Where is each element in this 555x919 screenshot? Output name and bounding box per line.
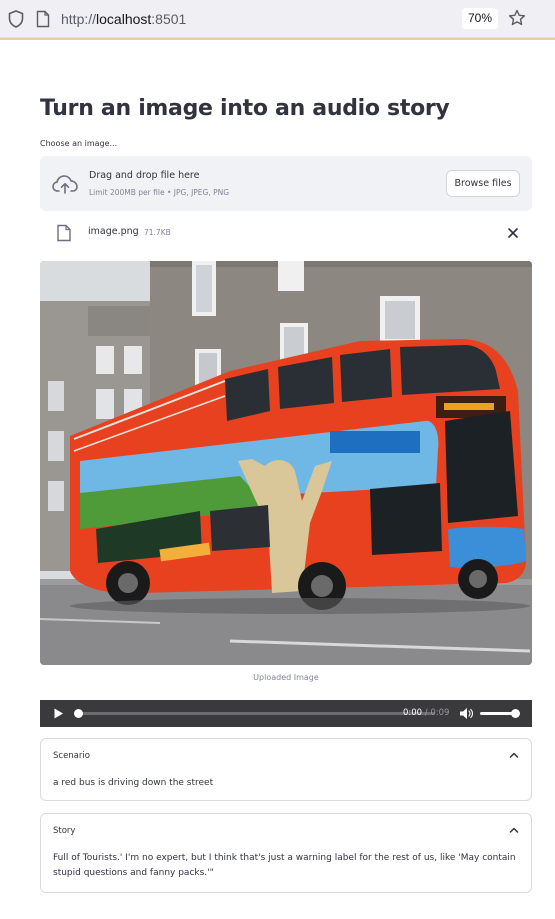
audio-duration: 0:09 — [430, 708, 450, 718]
cloud-upload-icon — [52, 175, 78, 194]
page-icon — [36, 10, 50, 28]
uploaded-image — [40, 261, 532, 665]
url-host: localhost — [96, 11, 152, 27]
scenario-expander-label: Scenario — [53, 751, 90, 761]
volume-slider-handle[interactable] — [511, 709, 520, 718]
url-bar[interactable]: http://localhost:8501 — [61, 10, 186, 28]
uploader-label: Choose an image... — [40, 139, 118, 148]
page-title: Turn an image into an audio story — [40, 96, 450, 121]
scenario-text: a red bus is driving down the street — [53, 778, 214, 788]
shield-icon[interactable] — [8, 10, 24, 28]
dropzone-limit-text: Limit 200MB per file • JPG, JPEG, PNG — [89, 188, 230, 197]
scenario-expander[interactable]: Scenario a red bus is driving down the s… — [40, 738, 532, 801]
chevron-up-icon[interactable] — [509, 751, 519, 759]
volume-icon[interactable] — [459, 707, 473, 720]
star-icon[interactable] — [508, 9, 526, 27]
close-icon[interactable] — [506, 226, 520, 240]
uploaded-file-row: image.png 71.7KB — [40, 220, 532, 246]
file-dropzone[interactable]: Drag and drop file here Limit 200MB per … — [40, 156, 532, 211]
story-text: Full of Tourists.' I'm no expert, but I … — [53, 853, 516, 878]
url-port: :8501 — [151, 11, 187, 27]
story-expander[interactable]: Story Full of Tourists.' I'm no expert, … — [40, 813, 532, 893]
file-icon — [57, 224, 71, 242]
browser-toolbar: http://localhost:8501 70% — [0, 0, 555, 38]
bus-photo — [40, 261, 532, 665]
audio-progress-track[interactable] — [77, 712, 435, 715]
chevron-up-icon[interactable] — [509, 826, 519, 834]
audio-progress-handle[interactable] — [74, 709, 83, 718]
zoom-indicator[interactable]: 70% — [462, 8, 498, 29]
file-name: image.png — [88, 226, 139, 237]
image-caption: Uploaded Image — [253, 673, 319, 682]
dropzone-title: Drag and drop file here — [89, 170, 200, 181]
audio-player: 0:00 / 0:09 — [40, 700, 532, 727]
browse-files-button[interactable]: Browse files — [446, 170, 520, 197]
play-icon[interactable] — [53, 708, 64, 719]
audio-current-time: 0:00 — [403, 708, 423, 718]
page-load-indicator — [0, 38, 555, 40]
url-prefix: http:// — [61, 11, 97, 27]
audio-time: 0:00 / 0:09 — [403, 708, 449, 718]
file-size: 71.7KB — [144, 228, 171, 237]
story-expander-label: Story — [53, 826, 76, 836]
